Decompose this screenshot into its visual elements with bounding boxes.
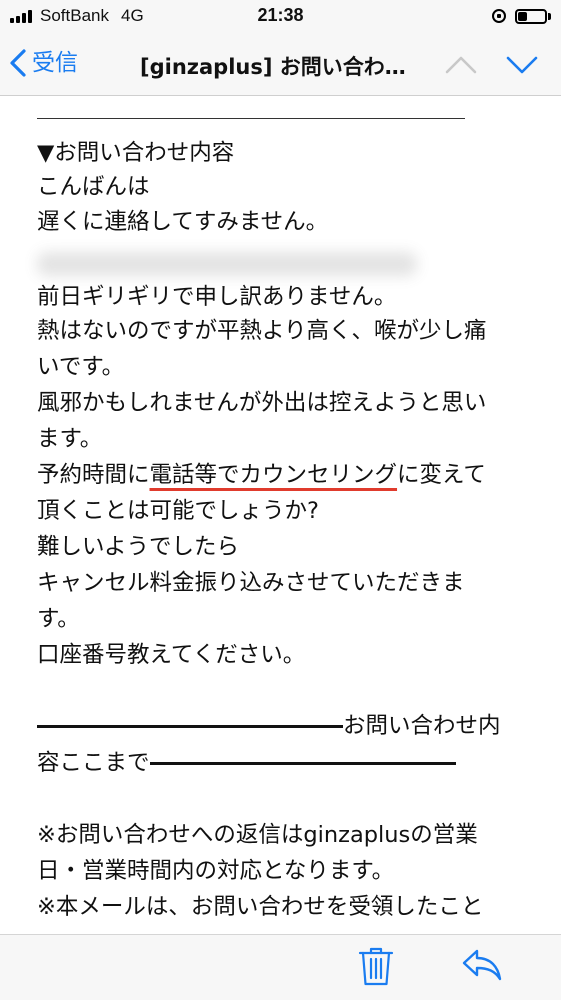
back-label: 受信 <box>32 50 78 76</box>
chevron-up-icon[interactable] <box>444 50 478 80</box>
mail-body[interactable]: ▼お問い合わせ内容 こんばんは 遅くに連絡してすみません。 前日ギリギリで申し訳… <box>0 96 561 934</box>
body-line: 難しいようでしたら <box>37 534 240 560</box>
divider-end-line: 容ここまで <box>37 748 456 778</box>
battery-tip <box>548 13 551 20</box>
reply-icon[interactable] <box>460 947 504 983</box>
mail-nav-bar: 受信 [ginzaplus] お問い合わ… <box>0 34 561 96</box>
highlighted-phrase: 電話等でカウンセリング <box>149 462 398 488</box>
back-button[interactable]: 受信 <box>8 48 78 78</box>
body-line: 熱はないのですが平熱より高く、喉が少し痛 <box>37 318 487 344</box>
body-line: す。 <box>37 606 80 632</box>
notice-line: ※お問い合わせへの返信はginzaplusの営業 <box>37 822 478 848</box>
mail-toolbar <box>0 934 561 1000</box>
reservation-text: 予約時間に <box>37 462 150 488</box>
notice-line: 日・営業時間内の対応となります。 <box>37 858 395 884</box>
notice-line: ※本メールは、お問い合わせを受領したこと <box>37 894 484 920</box>
divider-line <box>37 118 465 119</box>
status-bar: SoftBank 4G 21:38 <box>0 0 561 34</box>
dash-rule <box>149 762 456 765</box>
body-line: 頂くことは可能でしょうか? <box>37 498 319 524</box>
reservation-text: に変えて <box>397 462 486 488</box>
trash-icon[interactable] <box>358 945 394 987</box>
mail-subject: [ginzaplus] お問い合わ… <box>140 55 406 79</box>
body-line: 風邪かもしれませんが外出は控えようと思い <box>37 390 487 416</box>
chevron-left-icon <box>10 49 26 77</box>
body-line: いです。 <box>37 354 125 380</box>
chevron-down-icon[interactable] <box>505 50 539 80</box>
reservation-line: 予約時間に電話等でカウンセリングに変えて <box>37 460 486 490</box>
battery-icon <box>515 9 547 24</box>
body-line: ▼お問い合わせ内容 <box>37 140 235 166</box>
body-line: 遅くに連絡してすみません。 <box>37 209 329 235</box>
dash-rule <box>37 725 343 728</box>
divider-text: お問い合わせ内 <box>343 713 501 739</box>
rotation-lock-icon <box>492 9 506 23</box>
body-line: キャンセル料金振り込みさせていただきま <box>37 570 465 596</box>
clock: 21:38 <box>257 5 304 25</box>
divider-end-line: お問い合わせ内 <box>37 711 501 741</box>
body-line: こんばんは <box>37 174 150 200</box>
body-line: ます。 <box>37 426 103 452</box>
body-line: 口座番号教えてください。 <box>37 642 306 668</box>
body-line: 前日ギリギリで申し訳ありません。 <box>37 284 397 310</box>
divider-text: 容ここまで <box>37 750 150 776</box>
obscured-line <box>37 252 417 276</box>
